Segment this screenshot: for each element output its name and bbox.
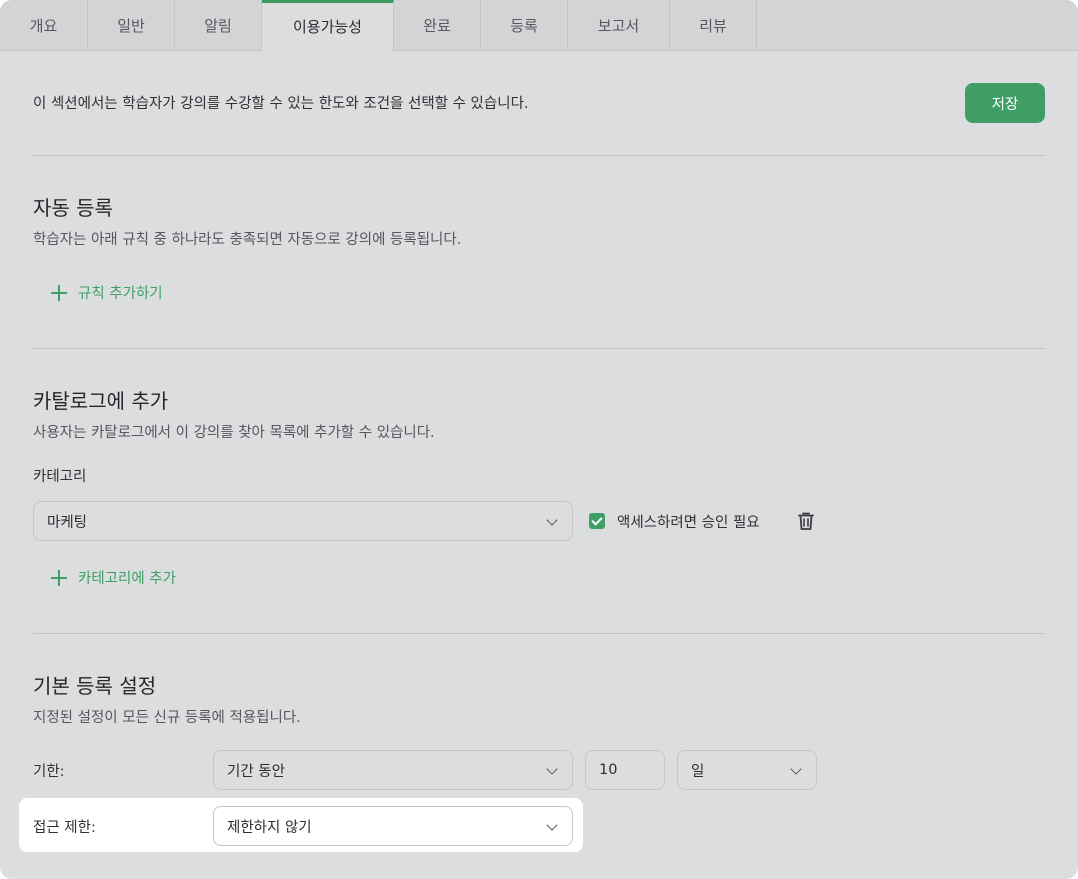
tab-enrollment[interactable]: 등록 [481,0,568,51]
add-category-button[interactable]: 카테고리에 추가 [50,567,176,588]
tab-general[interactable]: 일반 [88,0,175,51]
deadline-label: 기한: [33,764,65,780]
add-rule-button[interactable]: 규칙 추가하기 [50,282,163,303]
tab-notifications[interactable]: 알림 [175,0,262,51]
deadline-mode-select[interactable]: 기간 동안 [213,750,573,790]
save-button[interactable]: 저장 [965,83,1045,123]
add-rule-label: 규칙 추가하기 [78,286,163,302]
approval-required-label: 액세스하려면 승인 필요 [617,515,760,531]
settings-tab-bar: 개요 일반 알림 이용가능성 완료 등록 보고서 리뷰 [0,0,1078,52]
divider [33,633,1045,634]
divider [33,155,1045,156]
course-settings-panel: 개요 일반 알림 이용가능성 완료 등록 보고서 리뷰 이 섹션에서는 학습자가… [0,0,1078,879]
deadline-amount-input[interactable] [585,750,665,790]
chevron-down-icon [546,763,558,775]
deadline-unit-select[interactable]: 일 [677,750,817,790]
section-intro-text: 이 섹션에서는 학습자가 강의를 수강할 수 있는 한도와 조건을 선택할 수 … [33,96,529,112]
catalog-title: 카탈로그에 추가 [33,389,169,413]
approval-required-checkbox[interactable] [589,513,605,529]
catalog-description: 사용자는 카탈로그에서 이 강의를 찾아 목록에 추가할 수 있습니다. [33,425,435,441]
divider [33,348,1045,349]
chevron-down-icon [546,514,558,526]
plus-icon [50,284,68,302]
category-select-value: 마케팅 [47,514,88,531]
plus-icon [50,569,68,587]
tab-reviews[interactable]: 리뷰 [670,0,757,51]
chevron-down-icon [546,819,558,831]
trash-icon[interactable] [797,511,815,531]
add-category-label: 카테고리에 추가 [78,571,176,587]
category-select[interactable]: 마케팅 [33,501,573,541]
tab-overview[interactable]: 개요 [0,0,88,51]
deadline-mode-value: 기간 동안 [227,763,285,780]
access-limit-value: 제한하지 않기 [227,819,312,836]
access-limit-label: 접근 제한: [33,820,96,836]
tab-completion[interactable]: 완료 [394,0,481,51]
auto-enroll-title: 자동 등록 [33,196,113,220]
tab-availability[interactable]: 이용가능성 [262,0,394,52]
auto-enroll-description: 학습자는 아래 규칙 중 하나라도 충족되면 자동으로 강의에 등록됩니다. [33,232,462,248]
chevron-down-icon [790,763,802,775]
category-label: 카테고리 [33,469,87,485]
access-limit-select[interactable]: 제한하지 않기 [213,806,573,846]
default-enroll-description: 지정된 설정이 모든 신규 등록에 적용됩니다. [33,710,301,726]
deadline-unit-value: 일 [691,763,705,780]
default-enroll-title: 기본 등록 설정 [33,674,157,698]
tab-reports[interactable]: 보고서 [568,0,670,51]
